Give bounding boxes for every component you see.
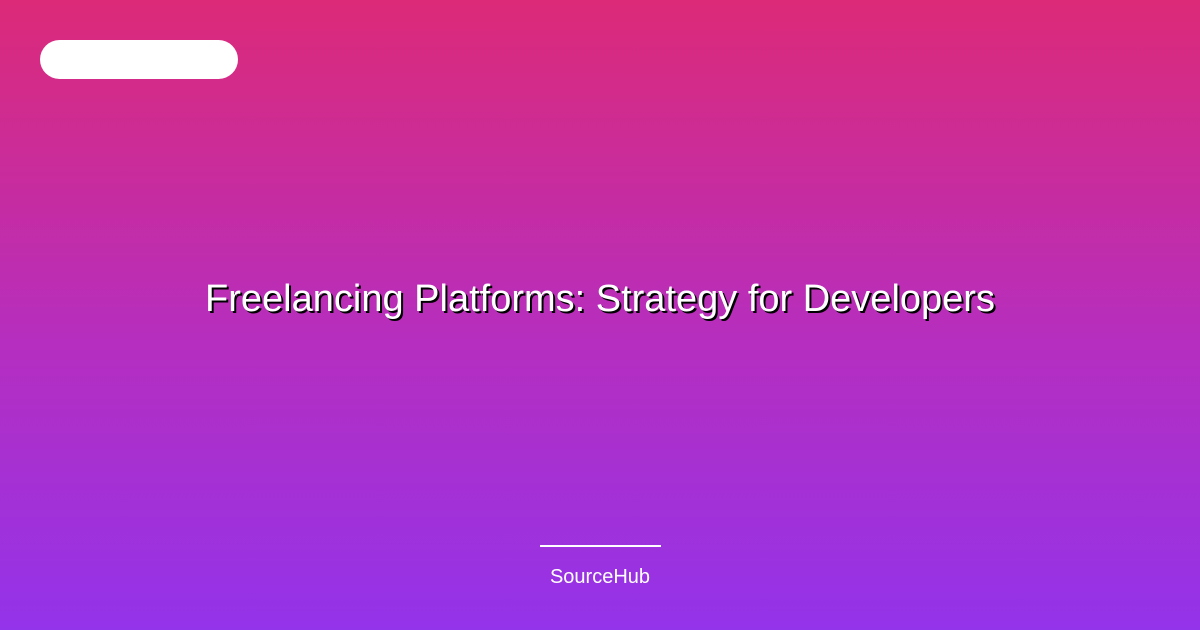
social-card: Freelancing Platforms: Strategy for Deve… <box>0 0 1200 630</box>
brand-name: SourceHub <box>549 566 651 588</box>
badge-pill <box>40 40 238 79</box>
card-title: Freelancing Platforms: Strategy for Deve… <box>205 278 995 320</box>
divider-line <box>540 545 661 547</box>
